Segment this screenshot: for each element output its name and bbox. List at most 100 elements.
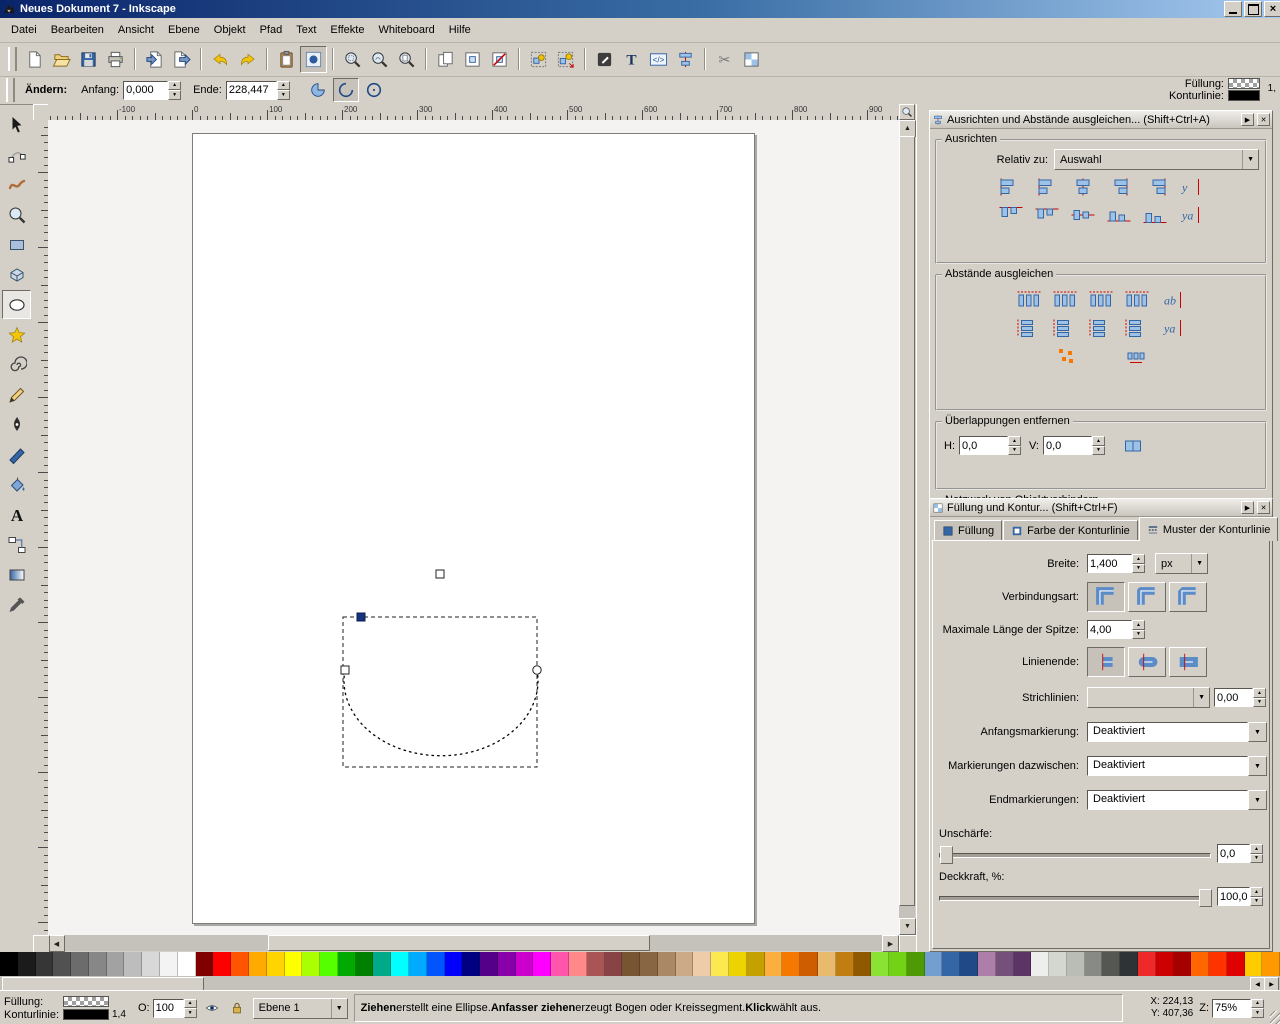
overlap-h-input[interactable] bbox=[959, 436, 1008, 455]
palette-swatch-9[interactable] bbox=[160, 952, 178, 976]
align-text-anchors-vertical-button[interactable]: y bbox=[1175, 174, 1207, 199]
palette-scroll-right-button[interactable]: ▶ bbox=[1264, 977, 1279, 991]
palette-swatch-71[interactable] bbox=[1262, 952, 1280, 976]
canvas[interactable] bbox=[48, 120, 899, 935]
palette-swatch-23[interactable] bbox=[409, 952, 427, 976]
palette-swatch-16[interactable] bbox=[285, 952, 303, 976]
align-top-edges-button[interactable] bbox=[1031, 202, 1063, 227]
style-indicator[interactable]: Füllung: Konturlinie: 1,4 bbox=[4, 996, 132, 1021]
palette-swatch-50[interactable] bbox=[889, 952, 907, 976]
palette-swatch-56[interactable] bbox=[996, 952, 1014, 976]
tool-connector[interactable] bbox=[2, 530, 31, 559]
print-document-button[interactable] bbox=[102, 46, 129, 73]
horizontal-scroll-thumb[interactable] bbox=[268, 935, 650, 951]
tool-box-3d[interactable] bbox=[2, 260, 31, 289]
palette-swatch-18[interactable] bbox=[320, 952, 338, 976]
palette-swatch-2[interactable] bbox=[36, 952, 54, 976]
redo-button[interactable] bbox=[234, 46, 261, 73]
menu-whiteboard[interactable]: Whiteboard bbox=[371, 21, 441, 39]
align-bottom-edges-to-anchor-top-button[interactable] bbox=[995, 202, 1027, 227]
palette-swatch-43[interactable] bbox=[765, 952, 783, 976]
palette-swatch-66[interactable] bbox=[1174, 952, 1192, 976]
palette-swatch-46[interactable] bbox=[818, 952, 836, 976]
palette-swatch-68[interactable] bbox=[1209, 952, 1227, 976]
open-document-button[interactable] bbox=[48, 46, 75, 73]
palette-swatch-11[interactable] bbox=[196, 952, 214, 976]
combo-arrow-icon[interactable]: ▼ bbox=[1248, 756, 1267, 776]
tool-tweak[interactable] bbox=[2, 170, 31, 199]
palette-scroll-thumb[interactable] bbox=[2, 977, 204, 991]
palette-swatch-28[interactable] bbox=[498, 952, 516, 976]
palette-swatch-37[interactable] bbox=[658, 952, 676, 976]
miter-limit-input[interactable] bbox=[1087, 620, 1132, 639]
align-left-edges-button[interactable] bbox=[1031, 174, 1063, 199]
align-left-edges-to-anchor-right-button[interactable] bbox=[1139, 174, 1171, 199]
center-on-horizontal-axis-button[interactable] bbox=[1067, 202, 1099, 227]
palette-swatch-38[interactable] bbox=[676, 952, 694, 976]
blur-input[interactable] bbox=[1217, 844, 1250, 863]
import-button[interactable] bbox=[141, 46, 168, 73]
join-bevel-button[interactable] bbox=[1169, 582, 1207, 612]
align-bottom-edges-button[interactable] bbox=[1103, 202, 1135, 227]
distribute-vertical-gaps-button[interactable] bbox=[1121, 315, 1153, 340]
zoom-spinner[interactable]: ▲▼ bbox=[1251, 999, 1264, 1018]
stroke-swatch[interactable] bbox=[63, 1009, 109, 1020]
palette-swatch-58[interactable] bbox=[1031, 952, 1049, 976]
vertical-scroll-thumb[interactable] bbox=[899, 136, 915, 906]
unclump-objects-button[interactable] bbox=[1120, 343, 1152, 368]
center-on-vertical-axis-button[interactable] bbox=[1067, 174, 1099, 199]
minimize-button[interactable] bbox=[1224, 1, 1242, 17]
palette-swatch-3[interactable] bbox=[53, 952, 71, 976]
palette-swatch-20[interactable] bbox=[356, 952, 374, 976]
palette-swatch-21[interactable] bbox=[373, 952, 391, 976]
title-bar[interactable]: Neues Dokument 7 - Inkscape × bbox=[0, 0, 1280, 18]
palette-swatch-24[interactable] bbox=[427, 952, 445, 976]
opacity-value-input[interactable] bbox=[1217, 887, 1250, 906]
palette-swatch-5[interactable] bbox=[89, 952, 107, 976]
palette-swatch-0[interactable] bbox=[0, 952, 18, 976]
palette-swatch-65[interactable] bbox=[1156, 952, 1174, 976]
palette-swatch-40[interactable] bbox=[711, 952, 729, 976]
scroll-left-button[interactable]: ◀ bbox=[48, 935, 65, 952]
master-opacity-input[interactable] bbox=[153, 999, 184, 1018]
panel-expand-button[interactable]: ▶ bbox=[1241, 501, 1254, 514]
layer-visibility-toggle[interactable] bbox=[203, 999, 222, 1018]
ellipse-arc-button[interactable] bbox=[333, 78, 359, 102]
export-button[interactable] bbox=[168, 46, 195, 73]
mid-marker-combo[interactable]: Deaktiviert▼ bbox=[1087, 756, 1267, 776]
distribute-bottom-edges-button[interactable] bbox=[1085, 315, 1117, 340]
palette-swatch-19[interactable] bbox=[338, 952, 356, 976]
align-panel-titlebar[interactable]: Ausrichten und Abstände ausgleichen... (… bbox=[930, 111, 1272, 129]
palette-swatch-55[interactable] bbox=[978, 952, 996, 976]
tool-selector[interactable] bbox=[2, 110, 31, 139]
tool-calligraphy[interactable] bbox=[2, 440, 31, 469]
dash-pattern-combo[interactable]: ▼ bbox=[1087, 687, 1210, 708]
cap-butt-button[interactable] bbox=[1087, 647, 1125, 677]
ellipse-make-whole-button[interactable] bbox=[361, 78, 387, 102]
palette-swatch-12[interactable] bbox=[213, 952, 231, 976]
palette-scroll-left-button[interactable]: ◀ bbox=[1250, 977, 1265, 991]
tool-paint-bucket[interactable] bbox=[2, 470, 31, 499]
palette-swatch-30[interactable] bbox=[533, 952, 551, 976]
panel-expand-button[interactable]: ▶ bbox=[1241, 113, 1254, 126]
distribute-top-edges-button[interactable] bbox=[1013, 315, 1045, 340]
palette-scrollbar[interactable]: ◀ ▶ bbox=[0, 976, 1280, 990]
palette-swatch-57[interactable] bbox=[1014, 952, 1032, 976]
overlap-v-input[interactable] bbox=[1043, 436, 1092, 455]
palette-swatch-42[interactable] bbox=[747, 952, 765, 976]
distribute-text-anchors-horizontal-button[interactable]: ab bbox=[1157, 287, 1189, 312]
distribute-horizontal-gaps-button[interactable] bbox=[1121, 287, 1153, 312]
blur-slider-thumb[interactable] bbox=[940, 846, 953, 864]
palette-swatch-6[interactable] bbox=[107, 952, 125, 976]
distribute-text-baselines-button[interactable]: ya bbox=[1157, 315, 1189, 340]
overlap-h-spinner[interactable]: ▲▼ bbox=[1008, 436, 1021, 455]
palette-swatch-41[interactable] bbox=[729, 952, 747, 976]
text-dialog-button[interactable]: T bbox=[618, 46, 645, 73]
zoom-page-button[interactable] bbox=[393, 46, 420, 73]
menu-bearbeiten[interactable]: Bearbeiten bbox=[44, 21, 111, 39]
unlink-clone-button[interactable] bbox=[486, 46, 513, 73]
palette-swatch-4[interactable] bbox=[71, 952, 89, 976]
palette-swatch-27[interactable] bbox=[480, 952, 498, 976]
stroke-width-unit-combo[interactable]: px▼ bbox=[1155, 553, 1208, 574]
horizontal-ruler[interactable]: -1000100200300400500600700800900 bbox=[48, 104, 899, 121]
